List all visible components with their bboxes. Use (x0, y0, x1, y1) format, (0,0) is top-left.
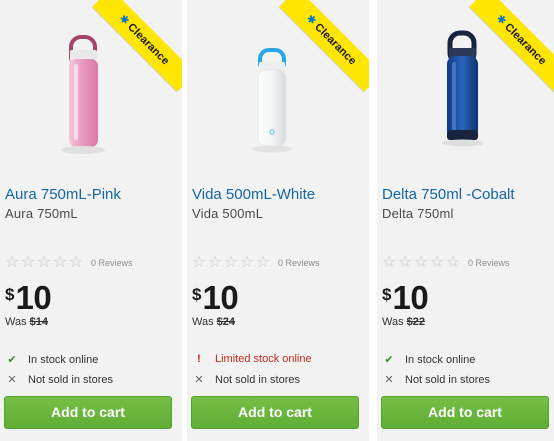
star-icon: ☆ (191, 254, 207, 271)
product-card: ✱ Clearance Vida 500mL-White Vida 500mL … (187, 0, 369, 441)
star-rating: ☆ ☆ ☆ ☆ ☆ (381, 255, 461, 271)
product-image[interactable] (0, 0, 182, 172)
product-card: ✱ Clearance Aura 750mL-Pink Aura 750mL ☆… (0, 0, 182, 441)
product-subtitle: Delta 750ml (382, 206, 454, 221)
store-availability: ✕ Not sold in stores (192, 373, 300, 387)
price-amount: 10 (392, 279, 429, 316)
rating-row[interactable]: ☆ ☆ ☆ ☆ ☆ 0 Reviews (381, 255, 510, 271)
review-count[interactable]: 0 Reviews (468, 258, 510, 268)
product-title-link[interactable]: Vida 500mL-White (192, 186, 367, 203)
star-rating: ☆ ☆ ☆ ☆ ☆ (191, 255, 271, 271)
price-currency: $ (5, 285, 15, 304)
review-count[interactable]: 0 Reviews (278, 258, 320, 268)
online-stock-text: Limited stock online (215, 353, 312, 365)
store-stock-text: Not sold in stores (215, 373, 300, 386)
was-label: Was (382, 316, 404, 328)
was-price-row: Was $14 (5, 316, 48, 328)
product-title-link[interactable]: Aura 750mL-Pink (5, 186, 180, 203)
price-amount: 10 (15, 279, 52, 316)
online-stock-text: In stock online (28, 353, 99, 366)
product-image[interactable] (377, 0, 554, 172)
was-price: $22 (406, 316, 426, 328)
cross-icon: ✕ (194, 374, 204, 386)
star-icon: ☆ (445, 254, 461, 271)
store-stock-text: Not sold in stores (405, 373, 490, 386)
product-subtitle: Aura 750mL (5, 206, 78, 221)
rating-row[interactable]: ☆ ☆ ☆ ☆ ☆ 0 Reviews (191, 255, 320, 271)
price: $ 10 (382, 279, 429, 316)
price: $ 10 (5, 279, 52, 316)
product-title-link[interactable]: Delta 750ml -Cobalt (382, 186, 554, 203)
star-icon: ☆ (397, 254, 413, 271)
was-label: Was (192, 316, 214, 328)
add-to-cart-button[interactable]: Add to cart (4, 396, 172, 429)
star-icon: ☆ (255, 254, 271, 271)
rating-row[interactable]: ☆ ☆ ☆ ☆ ☆ 0 Reviews (4, 255, 133, 271)
was-label: Was (5, 316, 27, 328)
online-availability: ✔ In stock online (382, 353, 476, 367)
star-icon: ☆ (68, 254, 84, 271)
price-amount: 10 (202, 279, 239, 316)
bottle-image (252, 48, 292, 153)
star-icon: ☆ (4, 254, 20, 271)
online-availability: ✔ In stock online (5, 353, 99, 367)
was-price: $24 (216, 316, 236, 328)
star-icon: ☆ (223, 254, 239, 271)
star-icon: ☆ (429, 254, 445, 271)
store-stock-text: Not sold in stores (28, 373, 113, 386)
price-currency: $ (192, 285, 202, 304)
star-icon: ☆ (381, 254, 397, 271)
was-price-row: Was $24 (192, 316, 235, 328)
star-icon: ☆ (36, 254, 52, 271)
was-price-row: Was $22 (382, 316, 425, 328)
store-availability: ✕ Not sold in stores (382, 373, 490, 387)
product-subtitle: Vida 500mL (192, 206, 264, 221)
bottle-image (61, 35, 105, 154)
bottle-image (442, 30, 484, 147)
online-stock-text: In stock online (405, 353, 476, 366)
price-currency: $ (382, 285, 392, 304)
cross-icon: ✕ (384, 374, 394, 386)
review-count[interactable]: 0 Reviews (91, 258, 133, 268)
product-image[interactable] (187, 0, 369, 172)
was-price: $14 (29, 316, 49, 328)
store-availability: ✕ Not sold in stores (5, 373, 113, 387)
price: $ 10 (192, 279, 239, 316)
star-icon: ☆ (413, 254, 429, 271)
cross-icon: ✕ (7, 374, 17, 386)
star-icon: ☆ (52, 254, 68, 271)
add-to-cart-button[interactable]: Add to cart (381, 396, 549, 429)
star-rating: ☆ ☆ ☆ ☆ ☆ (4, 255, 84, 271)
product-grid: ✱ Clearance Aura 750mL-Pink Aura 750mL ☆… (0, 0, 554, 441)
add-to-cart-button[interactable]: Add to cart (191, 396, 359, 429)
star-icon: ☆ (207, 254, 223, 271)
checkmark-icon: ✔ (384, 354, 394, 366)
star-icon: ☆ (239, 254, 255, 271)
star-icon: ☆ (20, 254, 36, 271)
product-card: ✱ Clearance Delta 750ml -Cobalt Delta 75… (377, 0, 554, 441)
online-availability: ! Limited stock online (192, 353, 312, 365)
checkmark-icon: ✔ (7, 354, 17, 366)
exclamation-icon: ! (197, 353, 201, 365)
